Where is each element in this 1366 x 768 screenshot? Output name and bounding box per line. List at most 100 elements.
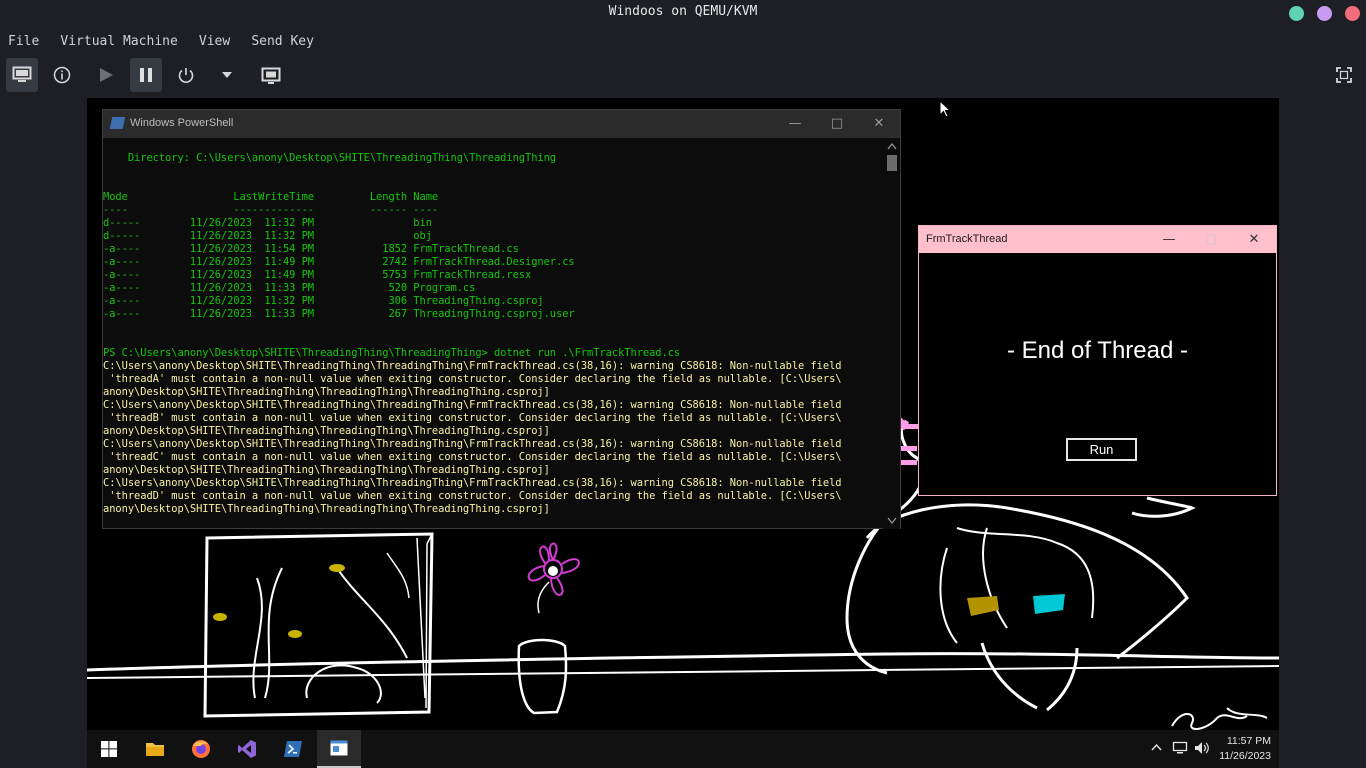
console-line: Mode LastWriteTime Length Name (103, 191, 439, 203)
play-button[interactable] (90, 58, 122, 92)
frm-close-button[interactable]: ✕ (1240, 230, 1268, 249)
console-line: 'threadC' must contain a non-null value … (103, 451, 842, 463)
network-icon (1172, 741, 1188, 754)
powershell-icon (109, 117, 126, 129)
clock-time: 11:57 PM (1226, 735, 1271, 747)
visual-studio-icon (238, 740, 256, 758)
host-window-title: Windoos on QEMU/KVM (608, 4, 758, 19)
console-line: anony\Desktop\SHITE\ThreadingThing\Threa… (103, 464, 550, 476)
maximize-dot-button[interactable] (1317, 6, 1332, 21)
powershell-console-output[interactable]: Directory: C:\Users\anony\Desktop\SHITE\… (103, 139, 883, 529)
frmtrackthread-titlebar[interactable]: FrmTrackThread — □ ✕ (919, 226, 1276, 253)
fullscreen-button[interactable] (1328, 58, 1360, 92)
console-line: anony\Desktop\SHITE\ThreadingThing\Threa… (103, 503, 550, 515)
console-line: C:\Users\anony\Desktop\SHITE\ThreadingTh… (103, 399, 842, 411)
console-line: d----- 11/26/2023 11:32 PM bin (103, 217, 432, 229)
scroll-up-icon[interactable] (887, 142, 897, 150)
screenshot-button[interactable] (256, 58, 288, 92)
chevron-down-icon (222, 72, 232, 78)
display-button[interactable] (6, 58, 38, 92)
console-line: PS C:\Users\anony\Desktop\SHITE\Threadin… (103, 347, 681, 359)
console-line: Directory: C:\Users\anony\Desktop\SHITE\… (103, 152, 557, 164)
firefox-icon (192, 740, 210, 758)
powershell-window[interactable]: Windows PowerShell — □ ✕ Directory: C:\U… (102, 109, 901, 529)
power-menu-button[interactable] (211, 58, 243, 92)
volume-tray-button[interactable] (1194, 741, 1210, 758)
console-line: C:\Users\anony\Desktop\SHITE\ThreadingTh… (103, 477, 842, 489)
info-button[interactable] (46, 58, 78, 92)
console-line: 'threadA' must contain a non-null value … (103, 373, 842, 385)
frmtrackthread-title: FrmTrackThread (926, 233, 1008, 245)
host-menubar: File Virtual Machine View Send Key (0, 30, 600, 52)
windows-taskbar: 11:57 PM 11/26/2023 (87, 730, 1279, 768)
console-line: 'threadB' must contain a non-null value … (103, 412, 842, 424)
console-line: -a---- 11/26/2023 11:49 PM 5753 FrmTrack… (103, 269, 532, 281)
console-line: ---- ------------- ------ ---- (103, 204, 439, 216)
powershell-close-button[interactable]: ✕ (867, 114, 891, 134)
fullscreen-icon (1336, 67, 1352, 83)
app-window-icon (330, 740, 348, 756)
console-line: -a---- 11/26/2023 11:49 PM 2742 FrmTrack… (103, 256, 575, 268)
powershell-maximize-button[interactable]: □ (825, 114, 849, 134)
powershell-titlebar[interactable]: Windows PowerShell — □ ✕ (103, 110, 900, 138)
folder-icon (146, 743, 164, 756)
clock-date: 11/26/2023 (1219, 750, 1271, 762)
minimize-dot-button[interactable] (1289, 6, 1304, 21)
console-line: anony\Desktop\SHITE\ThreadingThing\Threa… (103, 386, 550, 398)
console-line: C:\Users\anony\Desktop\SHITE\ThreadingTh… (103, 438, 842, 450)
powershell-minimize-button[interactable]: — (783, 114, 807, 134)
play-icon (100, 68, 113, 82)
menu-view[interactable]: View (199, 34, 230, 49)
menu-file[interactable]: File (8, 34, 39, 49)
taskbar-file-explorer[interactable] (133, 730, 177, 768)
info-icon (53, 66, 71, 84)
thread-status-label: - End of Thread - (1007, 337, 1188, 364)
speaker-icon (1195, 742, 1209, 754)
powershell-scrollbar[interactable] (883, 139, 900, 529)
console-line: -a---- 11/26/2023 11:32 PM 306 Threading… (103, 295, 544, 307)
frm-minimize-button[interactable]: — (1155, 230, 1183, 249)
menu-send-key[interactable]: Send Key (251, 34, 314, 49)
console-line: anony\Desktop\SHITE\ThreadingThing\Threa… (103, 425, 550, 437)
guest-screen[interactable]: Windows PowerShell — □ ✕ Directory: C:\U… (87, 98, 1279, 768)
taskbar-visual-studio[interactable] (225, 730, 269, 768)
network-tray-button[interactable] (1172, 741, 1188, 758)
power-button[interactable] (170, 58, 202, 92)
start-button[interactable] (87, 730, 131, 768)
console-line: -a---- 11/26/2023 11:33 PM 267 Threading… (103, 308, 575, 320)
close-dot-button[interactable] (1345, 6, 1360, 21)
frm-maximize-button[interactable]: □ (1197, 230, 1225, 249)
console-line: -a---- 11/26/2023 11:33 PM 520 Program.c… (103, 282, 476, 294)
menu-virtual-machine[interactable]: Virtual Machine (60, 34, 177, 49)
windows-logo-icon (101, 741, 117, 757)
host-toolbar (0, 58, 1366, 94)
console-line: -a---- 11/26/2023 11:54 PM 1852 FrmTrack… (103, 243, 519, 255)
scroll-down-icon[interactable] (887, 517, 897, 525)
powershell-title: Windows PowerShell (130, 117, 234, 129)
console-line: d----- 11/26/2023 11:32 PM obj (103, 230, 432, 242)
mouse-cursor-icon (939, 100, 951, 118)
chevron-up-icon (1151, 743, 1162, 751)
console-line: 'threadD' must contain a non-null value … (103, 490, 842, 502)
powershell-taskbar-icon (284, 741, 302, 757)
run-button[interactable]: Run (1066, 438, 1137, 461)
screens-icon (261, 67, 281, 84)
power-icon (178, 68, 194, 83)
frmtrackthread-window[interactable]: FrmTrackThread — □ ✕ - End of Thread - R… (918, 225, 1277, 496)
show-hidden-icons-button[interactable] (1151, 741, 1162, 754)
taskbar-frmtrackthread[interactable] (317, 730, 361, 768)
flower-doodle (517, 542, 580, 715)
pause-icon (140, 68, 152, 82)
host-titlebar: Windoos on QEMU/KVM (0, 0, 1366, 26)
taskbar-clock[interactable]: 11:57 PM 11/26/2023 (1219, 734, 1271, 764)
taskbar-powershell[interactable] (271, 730, 315, 768)
monitor-icon (12, 66, 32, 82)
scrollbar-thumb[interactable] (887, 155, 897, 171)
pause-button[interactable] (130, 58, 162, 92)
taskbar-firefox[interactable] (179, 730, 223, 768)
